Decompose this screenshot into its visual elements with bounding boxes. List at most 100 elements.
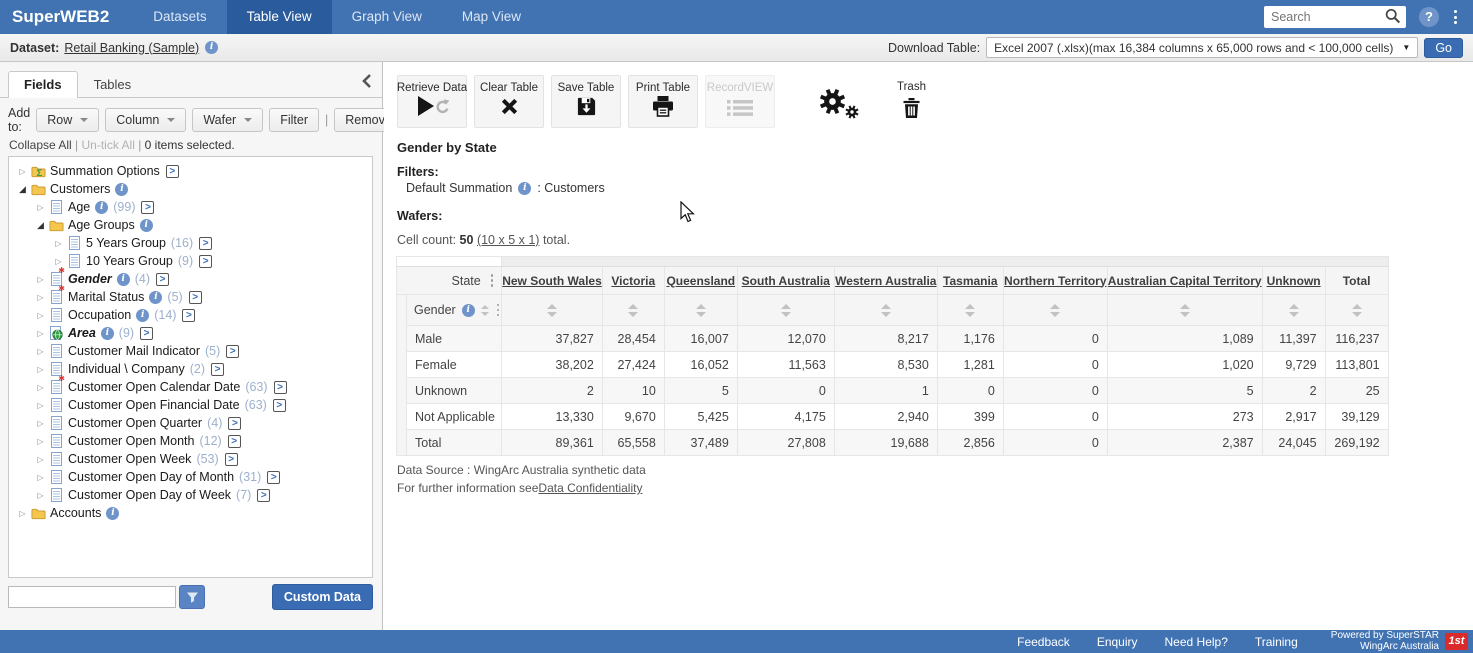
sort-icon[interactable]: [781, 304, 791, 317]
untick-all-link[interactable]: Un-tick All: [82, 138, 135, 152]
footer-link-training[interactable]: Training: [1255, 635, 1298, 649]
retrieve-data-button[interactable]: Retrieve Data: [397, 75, 467, 128]
nav-item-map-view[interactable]: Map View: [442, 0, 541, 34]
expand-node-icon[interactable]: ▷: [33, 347, 48, 356]
tree-item-customer-open-financial-date[interactable]: ▷Customer Open Financial Date(63)>: [9, 396, 372, 414]
cell-dims-link[interactable]: (10 x 5 x 1): [477, 233, 540, 247]
tree-item-occupation[interactable]: ▷Occupationi(14)>: [9, 306, 372, 324]
tree-item-customers[interactable]: ◢Customersi: [9, 180, 372, 198]
column-header-victoria[interactable]: Victoria: [602, 267, 664, 295]
open-field-arrow-icon[interactable]: >: [257, 489, 270, 502]
sort-cell-total[interactable]: [1325, 295, 1388, 326]
open-field-arrow-icon[interactable]: >: [182, 309, 195, 322]
sort-cell-northern-territory[interactable]: [1003, 295, 1107, 326]
open-field-arrow-icon[interactable]: >: [274, 381, 287, 394]
collapse-node-icon[interactable]: ◢: [15, 184, 30, 195]
sort-cell-australian-capital-territory[interactable]: [1107, 295, 1262, 326]
expand-node-icon[interactable]: ▷: [33, 275, 48, 284]
filter-info-icon[interactable]: i: [518, 182, 531, 195]
expand-node-icon[interactable]: ▷: [15, 509, 30, 518]
expand-node-icon[interactable]: ▷: [33, 455, 48, 464]
tree-item-customer-open-day-of-week[interactable]: ▷Customer Open Day of Week(7)>: [9, 486, 372, 504]
info-icon[interactable]: i: [462, 304, 475, 317]
overflow-menu-icon[interactable]: [1452, 8, 1459, 26]
sort-icon[interactable]: [1352, 304, 1362, 317]
add-to-row-button[interactable]: Row: [36, 108, 99, 132]
info-icon[interactable]: i: [140, 219, 153, 232]
tree-item-area[interactable]: ▷Areai(9)>: [9, 324, 372, 342]
tree-item-customer-mail-indicator[interactable]: ▷Customer Mail Indicator(5)>: [9, 342, 372, 360]
info-icon[interactable]: i: [101, 327, 114, 340]
column-header-unknown[interactable]: Unknown: [1262, 267, 1325, 295]
add-to-filter-button[interactable]: Filter: [269, 108, 319, 132]
dataset-info-icon[interactable]: i: [205, 41, 218, 54]
search-input[interactable]: [1271, 10, 1385, 24]
tree-item-age[interactable]: ▷Agei(99)>: [9, 198, 372, 216]
footer-link-need-help[interactable]: Need Help?: [1165, 635, 1228, 649]
open-field-arrow-icon[interactable]: >: [273, 399, 286, 412]
open-field-arrow-icon[interactable]: >: [267, 471, 280, 484]
sort-icon[interactable]: [696, 304, 706, 317]
sort-icon[interactable]: [481, 305, 489, 316]
download-format-select[interactable]: Excel 2007 (.xlsx)(max 16,384 columns x …: [986, 37, 1418, 58]
open-field-arrow-icon[interactable]: >: [166, 165, 179, 178]
sort-icon[interactable]: [881, 304, 891, 317]
footer-link-feedback[interactable]: Feedback: [1017, 635, 1070, 649]
custom-data-button[interactable]: Custom Data: [272, 584, 373, 610]
cell-menu-icon[interactable]: [489, 272, 496, 289]
sort-icon[interactable]: [1050, 304, 1060, 317]
expand-node-icon[interactable]: ▷: [33, 329, 48, 338]
info-icon[interactable]: i: [136, 309, 149, 322]
clear-table-button[interactable]: Clear Table: [474, 75, 544, 128]
search-icon[interactable]: [1385, 8, 1401, 27]
open-field-arrow-icon[interactable]: >: [228, 435, 241, 448]
open-field-arrow-icon[interactable]: >: [189, 291, 202, 304]
sort-icon[interactable]: [965, 304, 975, 317]
print-table-button[interactable]: Print Table: [628, 75, 698, 128]
footer-link-enquiry[interactable]: Enquiry: [1097, 635, 1138, 649]
open-field-arrow-icon[interactable]: >: [141, 201, 154, 214]
trash-dropzone[interactable]: Trash: [897, 75, 926, 121]
sort-cell-unknown[interactable]: [1262, 295, 1325, 326]
nav-item-table-view[interactable]: Table View: [227, 0, 332, 34]
expand-node-icon[interactable]: ▷: [33, 437, 48, 446]
tree-item-customer-open-day-of-month[interactable]: ▷Customer Open Day of Month(31)>: [9, 468, 372, 486]
info-icon[interactable]: i: [95, 201, 108, 214]
sort-cell-queensland[interactable]: [664, 295, 737, 326]
open-field-arrow-icon[interactable]: >: [225, 453, 238, 466]
info-icon[interactable]: i: [115, 183, 128, 196]
expand-node-icon[interactable]: ▷: [51, 257, 66, 266]
column-header-tasmania[interactable]: Tasmania: [937, 267, 1003, 295]
expand-node-icon[interactable]: ▷: [33, 203, 48, 212]
column-header-western-australia[interactable]: Western Australia: [834, 267, 937, 295]
field-search-input[interactable]: [8, 586, 176, 608]
tree-item-marital-status[interactable]: ▷✱Marital Statusi(5)>: [9, 288, 372, 306]
cell-menu-icon[interactable]: [495, 302, 502, 319]
collapse-all-link[interactable]: Collapse All: [9, 138, 72, 152]
nav-item-datasets[interactable]: Datasets: [133, 0, 226, 34]
expand-node-icon[interactable]: ▷: [51, 239, 66, 248]
expand-node-icon[interactable]: ▷: [33, 383, 48, 392]
open-field-arrow-icon[interactable]: >: [211, 363, 224, 376]
table-options-button[interactable]: [819, 88, 859, 120]
add-to-wafer-button[interactable]: Wafer: [192, 108, 263, 132]
sort-icon[interactable]: [1180, 304, 1190, 317]
open-field-arrow-icon[interactable]: >: [199, 237, 212, 250]
tree-item-summation-options[interactable]: ▷ΣSummation Options>: [9, 162, 372, 180]
info-icon[interactable]: i: [106, 507, 119, 520]
save-table-button[interactable]: Save Table: [551, 75, 621, 128]
expand-node-icon[interactable]: ▷: [33, 365, 48, 374]
dataset-link[interactable]: Retail Banking (Sample): [64, 41, 199, 55]
field-filter-button[interactable]: [179, 585, 205, 609]
sort-icon[interactable]: [1289, 304, 1299, 317]
tab-tables[interactable]: Tables: [78, 71, 148, 98]
expand-node-icon[interactable]: ▷: [33, 401, 48, 410]
tree-item-age-groups[interactable]: ◢Age Groupsi: [9, 216, 372, 234]
tree-item-customer-open-month[interactable]: ▷Customer Open Month(12)>: [9, 432, 372, 450]
open-field-arrow-icon[interactable]: >: [199, 255, 212, 268]
sort-icon[interactable]: [628, 304, 638, 317]
column-header-northern-territory[interactable]: Northern Territory: [1003, 267, 1107, 295]
column-header-queensland[interactable]: Queensland: [664, 267, 737, 295]
sort-cell-victoria[interactable]: [602, 295, 664, 326]
column-header-new-south-wales[interactable]: New South Wales: [502, 267, 603, 295]
